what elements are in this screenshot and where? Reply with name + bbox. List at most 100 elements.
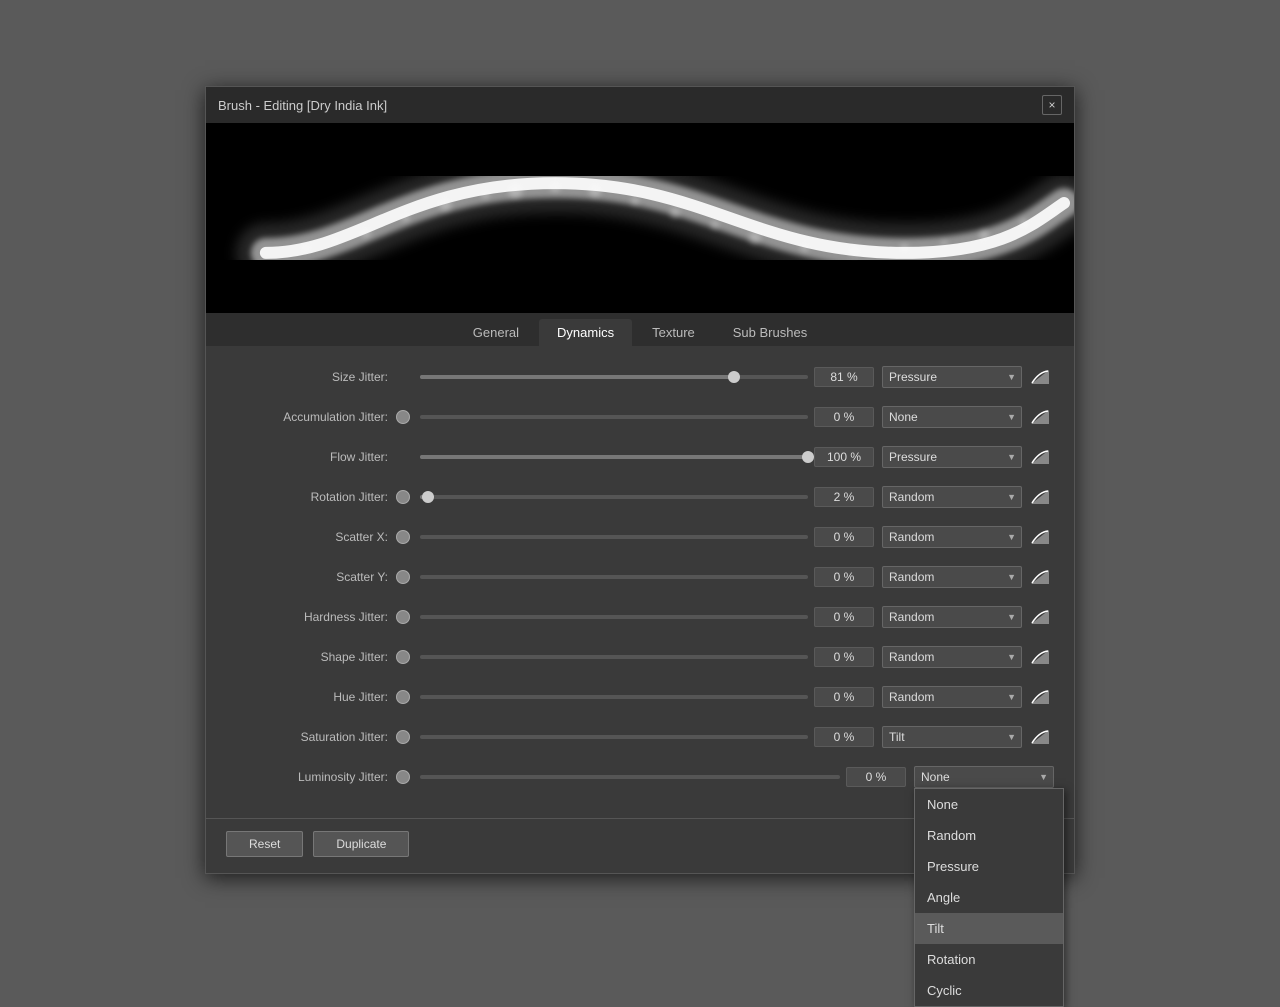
row-dot-button[interactable] [396, 690, 410, 704]
curve-button[interactable] [1026, 525, 1054, 549]
slider-track[interactable] [420, 575, 808, 579]
slider-track[interactable] [420, 655, 808, 659]
slider-track[interactable] [420, 615, 808, 619]
slider-track[interactable] [420, 495, 808, 499]
row-dot-button[interactable] [396, 410, 410, 424]
dropdown-wrap: NoneRandomPressureAngleTiltRotationCycli… [882, 406, 1022, 428]
row-dot-button[interactable] [396, 650, 410, 664]
slider-track[interactable] [420, 735, 808, 739]
dropdown-wrap: NoneRandomPressureAngleTiltRotationCycli… [882, 726, 1022, 748]
slider-thumb[interactable] [728, 371, 740, 383]
row-dot-button[interactable] [396, 730, 410, 744]
dynamics-row: Hardness Jitter: 0 % NoneRandomPressureAng… [226, 602, 1054, 632]
slider-track[interactable] [420, 415, 808, 419]
jitter-type-dropdown[interactable]: NoneRandomPressureAngleTiltRotationCycli… [882, 646, 1022, 668]
dropdown-menu-item[interactable]: Pressure [915, 851, 1063, 882]
dropdown-container: NoneRandomPressureAngleTiltRotationCycli… [882, 406, 1022, 428]
dynamics-row: Hue Jitter: 0 % NoneRandomPressureAngleTil… [226, 682, 1054, 712]
dynamics-row: Luminosity Jitter: 0 % NoneRandomPressureA… [226, 762, 1054, 792]
dynamics-row: Accumulation Jitter:0 %NoneRandomPressur… [226, 402, 1054, 432]
dropdown-wrap: NoneRandomPressureAngleTiltRotationCycli… [882, 566, 1022, 588]
tab-general[interactable]: General [455, 319, 537, 346]
dropdown-container: NoneRandomPressureAngleTiltRotationCycli… [882, 486, 1022, 508]
dropdown-wrap: NoneRandomPressureAngleTiltRotationCycli… [882, 686, 1022, 708]
tab-dynamics[interactable]: Dynamics [539, 319, 632, 346]
dynamics-row: Flow Jitter:100 %NoneRandomPressureAngle… [226, 442, 1054, 472]
slider-thumb[interactable] [802, 451, 814, 463]
dynamics-content: Size Jitter: 81 % NoneRandomPressureAngleT… [206, 346, 1074, 818]
dropdown-wrap: NoneRandomPressureAngleTiltRotationCycli… [882, 646, 1022, 668]
value-display: 0 % [814, 727, 874, 747]
jitter-type-dropdown[interactable]: NoneRandomPressureAngleTiltRotationCycli… [882, 366, 1022, 388]
dropdown-menu-item[interactable]: Angle [915, 882, 1063, 913]
curve-button[interactable] [1026, 685, 1054, 709]
tab-texture[interactable]: Texture [634, 319, 713, 346]
curve-button[interactable] [1026, 605, 1054, 629]
curve-button[interactable] [1026, 725, 1054, 749]
jitter-type-dropdown[interactable]: NoneRandomPressureAngleTiltRotationCycli… [882, 606, 1022, 628]
slider-fill [420, 375, 734, 379]
slider-track[interactable] [420, 535, 808, 539]
row-label: Scatter Y: [226, 570, 396, 584]
row-label: Rotation Jitter: [226, 490, 396, 504]
slider-thumb[interactable] [422, 491, 434, 503]
slider-track[interactable] [420, 775, 840, 779]
tab-sub-brushes[interactable]: Sub Brushes [715, 319, 825, 346]
row-dot-button[interactable] [396, 610, 410, 624]
curve-button[interactable] [1026, 445, 1054, 469]
curve-button[interactable] [1026, 485, 1054, 509]
jitter-type-dropdown[interactable]: NoneRandomPressureAngleTiltRotationCycli… [914, 766, 1054, 788]
curve-button[interactable] [1026, 645, 1054, 669]
dialog-title: Brush - Editing [Dry India Ink] [218, 98, 387, 113]
close-button[interactable]: × [1042, 95, 1062, 115]
row-dot-button[interactable] [396, 770, 410, 784]
duplicate-button[interactable]: Duplicate [313, 831, 409, 857]
row-label: Hardness Jitter: [226, 610, 396, 624]
dropdown-container: NoneRandomPressureAngleTiltRotationCycli… [882, 686, 1022, 708]
row-dot-button[interactable] [396, 490, 410, 504]
value-display: 0 % [814, 607, 874, 627]
dropdown-menu-item[interactable]: Cyclic [915, 975, 1063, 1006]
jitter-type-dropdown[interactable]: NoneRandomPressureAngleTiltRotationCycli… [882, 486, 1022, 508]
row-label: Hue Jitter: [226, 690, 396, 704]
row-label: Scatter X: [226, 530, 396, 544]
jitter-type-dropdown[interactable]: NoneRandomPressureAngleTiltRotationCycli… [882, 526, 1022, 548]
jitter-type-dropdown[interactable]: NoneRandomPressureAngleTiltRotationCycli… [882, 726, 1022, 748]
dynamics-row: Saturation Jitter: 0 % NoneRandomPressureA… [226, 722, 1054, 752]
dropdown-menu-item[interactable]: Tilt [915, 913, 1063, 944]
slider-track[interactable] [420, 695, 808, 699]
dropdown-container: NoneRandomPressureAngleTiltRotationCycli… [882, 726, 1022, 748]
curve-button[interactable] [1026, 365, 1054, 389]
curve-button[interactable] [1026, 405, 1054, 429]
row-label: Accumulation Jitter: [226, 410, 396, 424]
value-display: 0 % [814, 687, 874, 707]
dynamics-row: Rotation Jitter:2 %NoneRandomPressureAng… [226, 482, 1054, 512]
dropdown-menu-item[interactable]: Random [915, 820, 1063, 851]
value-display: 81 % [814, 367, 874, 387]
dynamics-row: Scatter Y:0 %NoneRandomPressureAngleTilt… [226, 562, 1054, 592]
curve-button[interactable] [1026, 565, 1054, 589]
dynamics-row: Scatter X: 0 % NoneRandomPressureAngleTilt… [226, 522, 1054, 552]
row-label: Size Jitter: [226, 370, 396, 384]
jitter-type-dropdown[interactable]: NoneRandomPressureAngleTiltRotationCycli… [882, 566, 1022, 588]
jitter-type-dropdown[interactable]: NoneRandomPressureAngleTiltRotationCycli… [882, 686, 1022, 708]
row-dot-button[interactable] [396, 570, 410, 584]
row-label: Saturation Jitter: [226, 730, 396, 744]
slider-track[interactable] [420, 455, 808, 459]
value-display: 0 % [814, 527, 874, 547]
dropdown-wrap: NoneRandomPressureAngleTiltRotationCycli… [882, 366, 1022, 388]
title-bar: Brush - Editing [Dry India Ink] × [206, 87, 1074, 123]
row-label: Flow Jitter: [226, 450, 396, 464]
row-dot-button[interactable] [396, 530, 410, 544]
slider-track[interactable] [420, 375, 808, 379]
value-display: 0 % [846, 767, 906, 787]
dropdown-menu-item[interactable]: None [915, 789, 1063, 820]
jitter-type-dropdown[interactable]: NoneRandomPressureAngleTiltRotationCycli… [882, 406, 1022, 428]
dynamics-row: Size Jitter: 81 % NoneRandomPressureAngleT… [226, 362, 1054, 392]
dropdown-wrap: NoneRandomPressureAngleTiltRotationCycli… [882, 526, 1022, 548]
jitter-type-dropdown[interactable]: NoneRandomPressureAngleTiltRotationCycli… [882, 446, 1022, 468]
row-label: Luminosity Jitter: [226, 770, 396, 784]
value-display: 0 % [814, 647, 874, 667]
dropdown-container: NoneRandomPressureAngleTiltRotationCycli… [882, 366, 1022, 388]
reset-button[interactable]: Reset [226, 831, 303, 857]
